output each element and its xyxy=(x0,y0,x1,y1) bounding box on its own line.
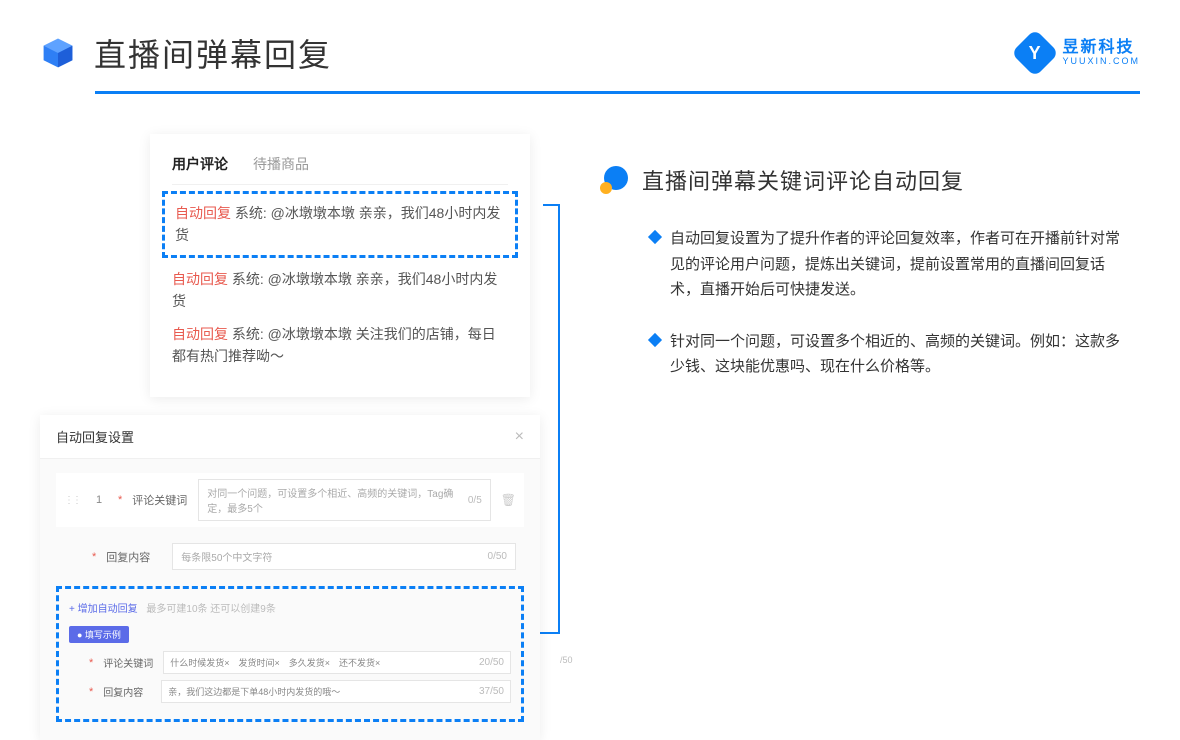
example-highlight: + 增加自动回复 最多可建10条 还可以创建9条 ● 填写示例 * 评论关键词 … xyxy=(56,586,524,722)
tabs: 用户评论 待播商品 xyxy=(172,154,508,185)
placeholder-text: 对同一个问题，可设置多个相近、高频的关键词，Tag确定，最多5个 xyxy=(207,485,468,515)
label-content: 回复内容 xyxy=(106,549,162,565)
form-row-content: * 回复内容 每条限50个中文字符 0/50 xyxy=(56,537,524,576)
example-row-content: * 回复内容 亲，我们这边都是下单48小时内发货的哦～ 37/50 xyxy=(69,680,511,703)
char-count: 37/50 xyxy=(479,686,504,697)
auto-reply-badge: 自动回复 xyxy=(175,205,231,221)
settings-title: 自动回复设置 xyxy=(56,427,134,446)
char-count: 0/5 xyxy=(468,495,482,506)
comment-row: 自动回复 系统: @冰墩墩本墩 亲亲，我们48小时内发货 xyxy=(172,268,508,313)
bullet-item: 针对同一个问题，可设置多个相近的、高频的关键词。例如：这款多少钱、这块能优惠吗、… xyxy=(600,329,1140,380)
trash-icon[interactable]: 🗑 xyxy=(501,493,516,507)
dot-icon xyxy=(600,166,628,194)
ex-content-text: 亲，我们这边都是下单48小时内发货的哦～ xyxy=(168,685,340,698)
ex-keyword-input[interactable]: 什么时候发货× 发货时间× 多久发货× 还不发货× 20/50 xyxy=(163,651,511,674)
tab-user-comments[interactable]: 用户评论 xyxy=(172,154,228,174)
page-header: 直播间弹幕回复 Y 昱新科技 YUUXIN.COM xyxy=(0,0,1180,76)
bullet-text: 自动回复设置为了提升作者的评论回复效率，作者可在开播前针对常见的评论用户问题，提… xyxy=(670,226,1130,303)
cube-icon xyxy=(40,35,76,71)
brand: Y 昱新科技 YUUXIN.COM xyxy=(1018,36,1140,70)
auto-reply-badge: 自动回复 xyxy=(172,326,228,342)
page-title: 直播间弹幕回复 xyxy=(94,30,332,76)
tab-pending-goods[interactable]: 待播商品 xyxy=(253,154,309,174)
add-auto-reply-link[interactable]: + 增加自动回复 最多可建10条 还可以创建9条 xyxy=(69,604,276,615)
bullet-text: 针对同一个问题，可设置多个相近的、高频的关键词。例如：这款多少钱、这块能优惠吗、… xyxy=(670,329,1130,380)
placeholder-text: 每条限50个中文字符 xyxy=(181,549,272,564)
brand-text: 昱新科技 YUUXIN.COM xyxy=(1062,39,1140,66)
brand-sub: YUUXIN.COM xyxy=(1062,57,1140,67)
brand-icon: Y xyxy=(1011,29,1059,77)
add-link-text: + 增加自动回复 xyxy=(69,604,138,615)
example-badge: ● 填写示例 xyxy=(69,626,129,643)
required-icon: * xyxy=(89,686,93,698)
row-index: 1 xyxy=(90,494,108,506)
diamond-icon xyxy=(648,230,662,244)
close-icon[interactable]: × xyxy=(515,428,524,446)
settings-body: ⋮⋮ 1 * 评论关键词 对同一个问题，可设置多个相近、高频的关键词，Tag确定… xyxy=(40,459,540,740)
comment-row: 自动回复 系统: @冰墩墩本墩 亲亲，我们48小时内发货 xyxy=(175,202,505,247)
brand-name: 昱新科技 xyxy=(1062,39,1140,57)
ex-label-keyword: 评论关键词 xyxy=(103,655,153,670)
comment-row: 自动回复 系统: @冰墩墩本墩 关注我们的店铺，每日都有热门推荐呦～ xyxy=(172,323,508,368)
required-icon: * xyxy=(118,494,122,506)
settings-card: 自动回复设置 × ⋮⋮ 1 * 评论关键词 对同一个问题，可设置多个相近、高频的… xyxy=(40,415,540,740)
settings-header: 自动回复设置 × xyxy=(40,415,540,459)
content-input[interactable]: 每条限50个中文字符 0/50 xyxy=(172,543,516,570)
comments-card: 用户评论 待播商品 自动回复 系统: @冰墩墩本墩 亲亲，我们48小时内发货 自… xyxy=(150,134,530,397)
header-left: 直播间弹幕回复 xyxy=(40,30,332,76)
label-keyword: 评论关键词 xyxy=(132,492,188,508)
drag-handle-icon[interactable]: ⋮⋮ xyxy=(64,495,80,506)
auto-reply-badge: 自动回复 xyxy=(172,271,228,287)
add-link-tip: 最多可建10条 还可以创建9条 xyxy=(146,604,275,615)
section-title: 直播间弹幕关键词评论自动回复 xyxy=(642,164,964,196)
bullet-item: 自动回复设置为了提升作者的评论回复效率，作者可在开播前针对常见的评论用户问题，提… xyxy=(600,226,1140,303)
right-column: 直播间弹幕关键词评论自动回复 自动回复设置为了提升作者的评论回复效率，作者可在开… xyxy=(600,134,1140,740)
required-icon: * xyxy=(92,551,96,563)
content: 用户评论 待播商品 自动回复 系统: @冰墩墩本墩 亲亲，我们48小时内发货 自… xyxy=(0,94,1180,740)
section-head: 直播间弹幕关键词评论自动回复 xyxy=(600,164,1140,196)
required-icon: * xyxy=(89,657,93,669)
example-row-keyword: * 评论关键词 什么时候发货× 发货时间× 多久发货× 还不发货× 20/50 xyxy=(69,651,511,674)
diamond-icon xyxy=(648,332,662,346)
ex-label-content: 回复内容 xyxy=(103,684,151,699)
char-count: 0/50 xyxy=(488,551,507,562)
form-row-keyword: ⋮⋮ 1 * 评论关键词 对同一个问题，可设置多个相近、高频的关键词，Tag确定… xyxy=(56,473,524,527)
keyword-input[interactable]: 对同一个问题，可设置多个相近、高频的关键词，Tag确定，最多5个 0/5 xyxy=(198,479,490,521)
ex-tags: 什么时候发货× 发货时间× 多久发货× 还不发货× xyxy=(170,656,380,669)
left-column: 用户评论 待播商品 自动回复 系统: @冰墩墩本墩 亲亲，我们48小时内发货 自… xyxy=(40,134,570,740)
ex-content-input[interactable]: 亲，我们这边都是下单48小时内发货的哦～ 37/50 xyxy=(161,680,511,703)
char-count: 20/50 xyxy=(479,657,504,668)
highlighted-comment: 自动回复 系统: @冰墩墩本墩 亲亲，我们48小时内发货 xyxy=(162,191,518,258)
